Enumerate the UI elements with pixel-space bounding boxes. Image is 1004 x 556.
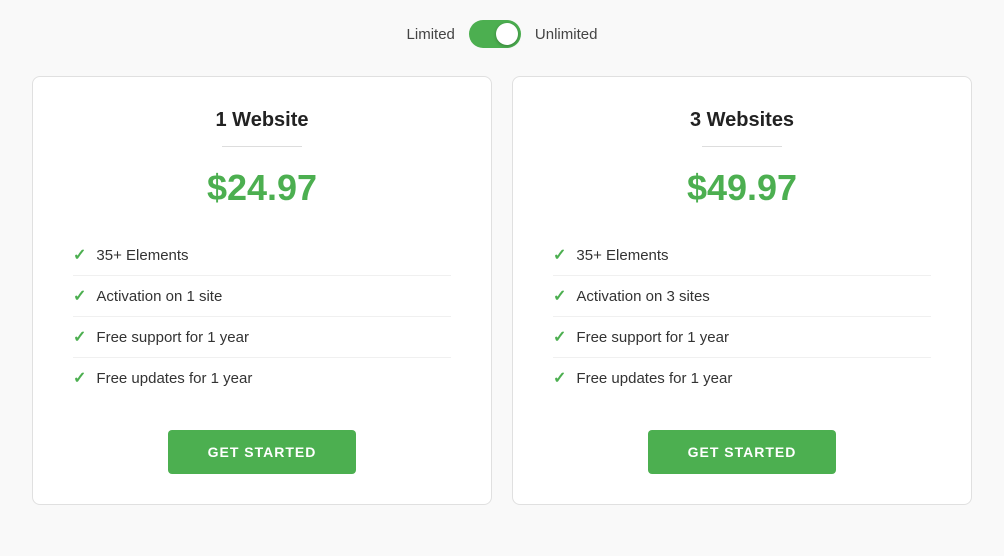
list-item: ✓ Free support for 1 year (73, 317, 451, 358)
plan-toggle[interactable] (469, 20, 521, 48)
checkmark-icon: ✓ (553, 327, 566, 347)
checkmark-icon: ✓ (553, 286, 566, 306)
card-divider-one-website (222, 146, 302, 147)
feature-text: Free updates for 1 year (96, 370, 252, 387)
list-item: ✓ Free updates for 1 year (553, 358, 931, 398)
toggle-knob (496, 23, 518, 45)
features-list-one-website: ✓ 35+ Elements ✓ Activation on 1 site ✓ Free … (73, 235, 451, 398)
toggle-label-unlimited: Unlimited (535, 26, 598, 43)
get-started-button-three-websites[interactable]: GET STARTED (648, 430, 837, 474)
list-item: ✓ Activation on 3 sites (553, 276, 931, 317)
card-title-one-website: 1 Website (216, 109, 309, 132)
checkmark-icon: ✓ (73, 368, 86, 388)
features-list-three-websites: ✓ 35+ Elements ✓ Activation on 3 sites ✓ Free… (553, 235, 931, 398)
card-price-three-websites: $49.97 (687, 167, 797, 209)
list-item: ✓ Activation on 1 site (73, 276, 451, 317)
card-price-one-website: $24.97 (207, 167, 317, 209)
card-title-three-websites: 3 Websites (690, 109, 794, 132)
pricing-card-one-website: 1 Website $24.97 ✓ 35+ Elements ✓ Activation … (32, 76, 492, 505)
pricing-cards: 1 Website $24.97 ✓ 35+ Elements ✓ Activation … (22, 76, 982, 505)
pricing-card-three-websites: 3 Websites $49.97 ✓ 35+ Elements ✓ Activation… (512, 76, 972, 505)
toggle-row: Limited Unlimited (407, 20, 598, 48)
feature-text: Free updates for 1 year (576, 370, 732, 387)
checkmark-icon: ✓ (73, 245, 86, 265)
feature-text: Activation on 3 sites (576, 288, 709, 305)
checkmark-icon: ✓ (73, 327, 86, 347)
card-divider-three-websites (702, 146, 782, 147)
list-item: ✓ 35+ Elements (73, 235, 451, 276)
checkmark-icon: ✓ (73, 286, 86, 306)
get-started-button-one-website[interactable]: GET STARTED (168, 430, 357, 474)
list-item: ✓ Free updates for 1 year (73, 358, 451, 398)
checkmark-icon: ✓ (553, 245, 566, 265)
list-item: ✓ 35+ Elements (553, 235, 931, 276)
list-item: ✓ Free support for 1 year (553, 317, 931, 358)
feature-text: Free support for 1 year (576, 329, 729, 346)
feature-text: Activation on 1 site (96, 288, 222, 305)
feature-text: 35+ Elements (96, 247, 188, 264)
toggle-label-limited: Limited (407, 26, 455, 43)
feature-text: Free support for 1 year (96, 329, 249, 346)
feature-text: 35+ Elements (576, 247, 668, 264)
checkmark-icon: ✓ (553, 368, 566, 388)
